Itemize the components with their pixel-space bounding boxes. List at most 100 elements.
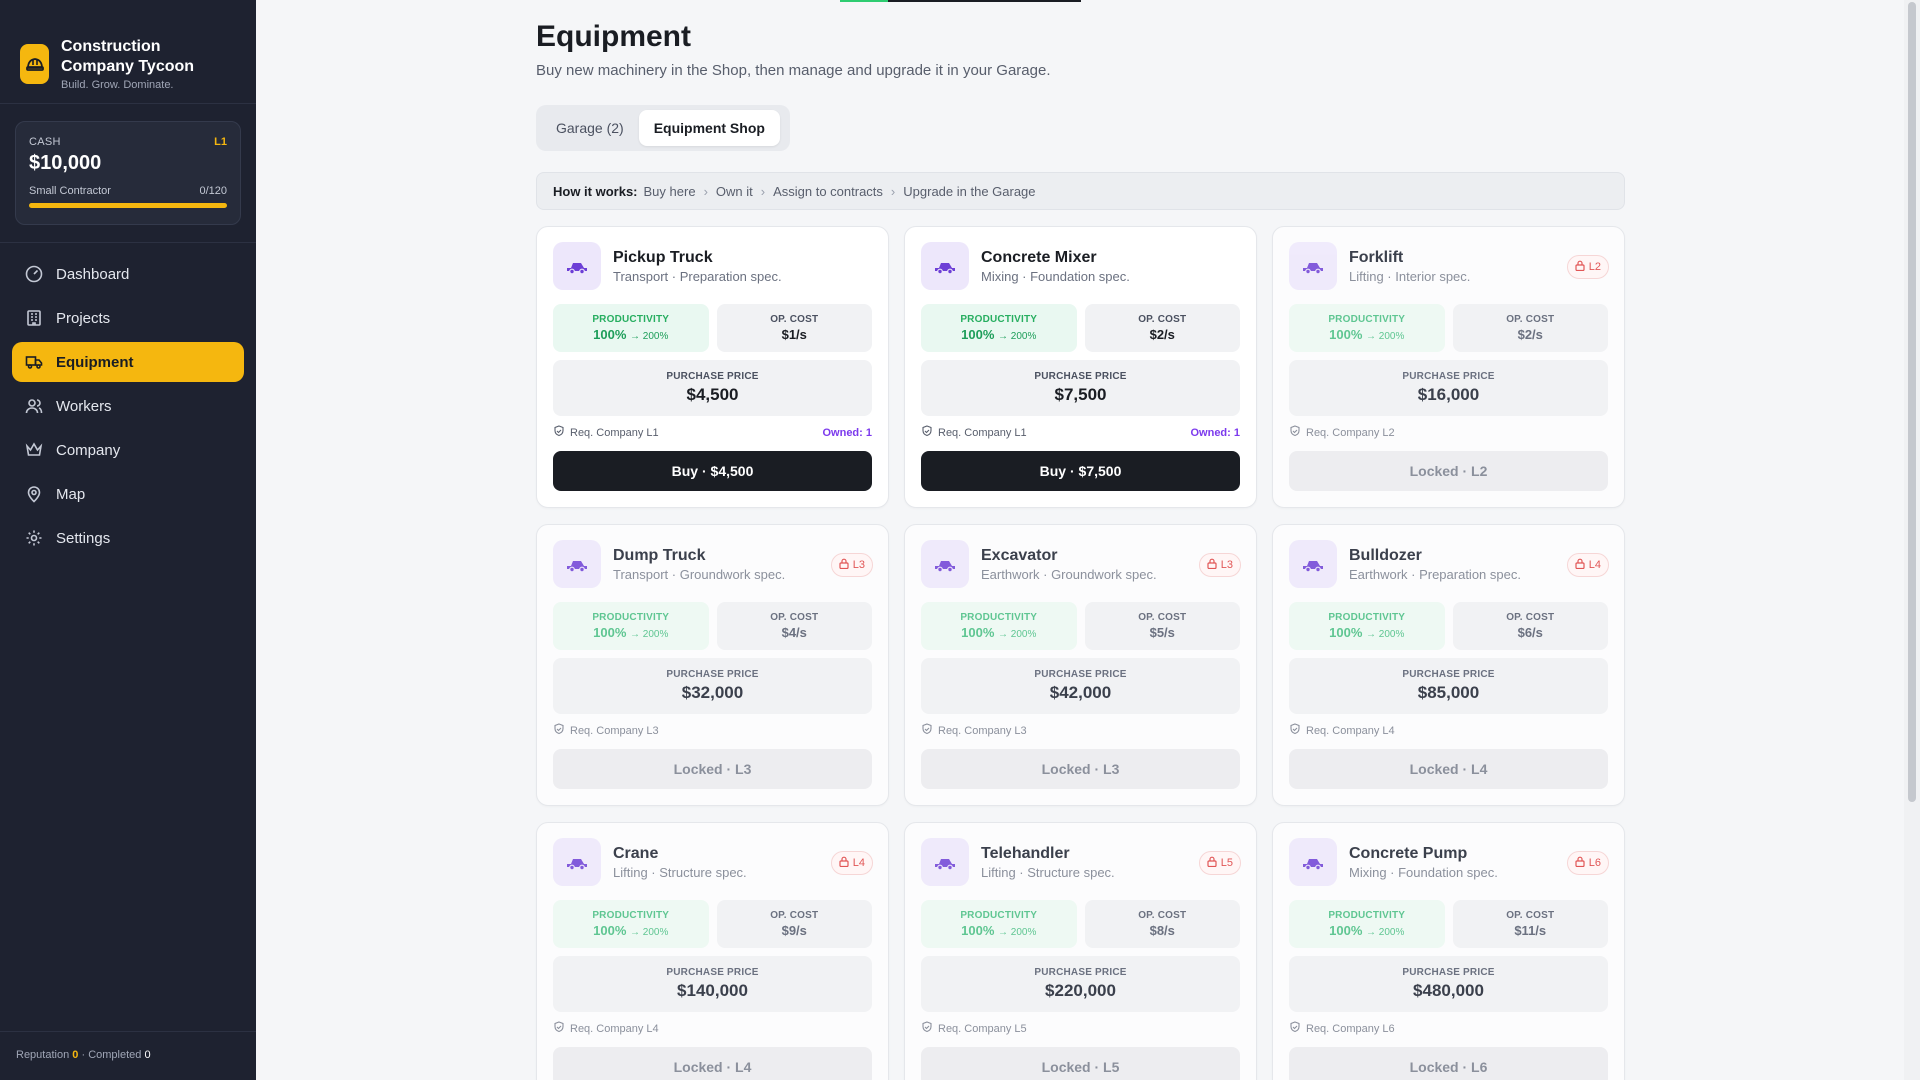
concrete-mixer-icon (921, 242, 969, 290)
op-cost-value: $11/s (1514, 923, 1547, 938)
productivity-max: → 200% (1366, 629, 1405, 640)
pickup-truck-icon (553, 242, 601, 290)
excavator-icon (921, 540, 969, 588)
nav-item-dashboard[interactable]: Dashboard (12, 254, 244, 294)
tab-equipment-shop[interactable]: Equipment Shop (638, 110, 780, 146)
productivity-max: → 200% (1366, 331, 1405, 342)
price-label: PURCHASE PRICE (666, 967, 759, 978)
lock-icon (1575, 558, 1589, 572)
how-step: Upgrade in the Garage (903, 183, 1036, 199)
price-label: PURCHASE PRICE (1402, 371, 1495, 382)
op-cost-stat: OP. COST $9/s (716, 900, 872, 948)
shield-check-icon (1289, 723, 1306, 738)
price-value: $220,000 (1045, 981, 1116, 1000)
op-cost-stat: OP. COST $11/s (1452, 900, 1608, 948)
op-cost-stat: OP. COST $1/s (716, 304, 872, 352)
nav-item-equipment[interactable]: Equipment (12, 342, 244, 382)
nav-label: Dashboard (56, 265, 130, 283)
brand-title: Construction Company Tycoon (61, 37, 195, 75)
equipment-name: Crane (613, 844, 659, 862)
xp-progress-bar (29, 203, 227, 208)
stat-label: OP. COST (1138, 314, 1187, 325)
equipment-name: Pickup Truck (613, 248, 713, 266)
lock-icon (839, 856, 853, 870)
requirement: Req. Company L4 (570, 1022, 659, 1035)
completed-value: 0 (144, 1049, 151, 1061)
equipment-name: Concrete Pump (1349, 844, 1468, 862)
nav-item-company[interactable]: Company (12, 430, 244, 470)
price-label: PURCHASE PRICE (666, 669, 759, 680)
shield-check-icon (1289, 425, 1306, 440)
how-it-works-label: How it works: (553, 183, 638, 199)
equipment-card: Excavator Earthwork · Groundwork spec. L3 P… (904, 524, 1257, 806)
map-pin-icon (24, 484, 44, 504)
productivity-value: 100% (961, 923, 995, 938)
forklift-icon (1289, 242, 1337, 290)
productivity-stat: PRODUCTIVITY 100% → 200% (553, 304, 709, 352)
requirement: Req. Company L4 (1306, 724, 1395, 737)
equipment-name: Telehandler (981, 844, 1070, 862)
nav-label: Workers (56, 397, 112, 415)
price-value: $32,000 (681, 683, 744, 702)
level-lock-badge: L3 (1198, 553, 1241, 577)
page-description: Buy new machinery in the Shop, then mana… (536, 62, 1051, 79)
equipment-spec: Earthwork · Groundwork spec. (981, 566, 1157, 582)
nav-item-workers[interactable]: Workers (12, 386, 244, 426)
op-cost-stat: OP. COST $2/s (1084, 304, 1240, 352)
sidebar-footer: Reputation 0 · Completed 0 (0, 1031, 256, 1080)
lock-level: L4 (852, 857, 865, 869)
reputation-label: Reputation (16, 1049, 70, 1061)
equipment-card: Pickup Truck Transport · Preparation spec… (536, 226, 889, 508)
productivity-max: → 200% (998, 331, 1037, 342)
stat-label: PRODUCTIVITY (960, 314, 1038, 325)
sidebar: Construction Company Tycoon Build. Grow.… (0, 0, 256, 1080)
stat-label: OP. COST (1138, 612, 1187, 623)
lock-icon (1207, 558, 1221, 572)
shield-check-icon (921, 425, 938, 440)
productivity-stat: PRODUCTIVITY 100% → 200% (1289, 900, 1445, 948)
xp-progress: 0/120 (199, 185, 227, 197)
stat-label: OP. COST (1506, 612, 1555, 623)
lock-icon (1575, 260, 1589, 274)
company-tier: Small Contractor (29, 185, 111, 197)
page-title: Equipment (536, 20, 691, 53)
equipment-card: Bulldozer Earthwork · Preparation spec. L4… (1272, 524, 1625, 806)
purchase-price: PURCHASE PRICE $32,000 (553, 658, 872, 714)
op-cost-stat: OP. COST $2/s (1452, 304, 1608, 352)
stat-label: OP. COST (1138, 910, 1187, 921)
equipment-spec: Earthwork · Preparation spec. (1349, 566, 1521, 582)
company-level: L1 (214, 136, 227, 148)
productivity-stat: PRODUCTIVITY 100% → 200% (553, 900, 709, 948)
nav-item-map[interactable]: Map (12, 474, 244, 514)
productivity-value: 100% (1329, 625, 1363, 640)
tab-garage[interactable]: Garage (2) (541, 110, 639, 146)
op-cost-value: $9/s (781, 923, 807, 938)
nav-item-projects[interactable]: Projects (12, 298, 244, 338)
reputation-value: 0 (72, 1049, 79, 1061)
level-lock-badge: L4 (830, 851, 873, 875)
scrollbar[interactable] (1904, 0, 1920, 1080)
purchase-price: PURCHASE PRICE $480,000 (1289, 956, 1608, 1012)
lock-level: L5 (1220, 857, 1233, 869)
bulldozer-icon (1289, 540, 1337, 588)
equipment-spec: Lifting · Interior spec. (1349, 268, 1471, 284)
buy-button[interactable]: Buy · $7,500 (921, 451, 1240, 491)
equipment-name: Bulldozer (1349, 546, 1422, 564)
productivity-max: → 200% (630, 927, 669, 938)
how-step: Own it (715, 183, 753, 199)
shield-check-icon (921, 723, 938, 738)
nav-item-settings[interactable]: Settings (12, 518, 244, 558)
users-icon (24, 396, 44, 416)
locked-button: Locked · L3 (553, 749, 872, 789)
op-cost-value: $2/s (1149, 327, 1175, 342)
price-value: $7,500 (1054, 385, 1107, 404)
op-cost-value: $1/s (781, 327, 807, 342)
buy-button[interactable]: Buy · $4,500 (553, 451, 872, 491)
chevron-right-icon: › (703, 183, 708, 199)
lock-icon (839, 558, 853, 572)
nav-label: Company (56, 441, 121, 459)
nav-label: Projects (56, 309, 111, 327)
productivity-stat: PRODUCTIVITY 100% → 200% (1289, 304, 1445, 352)
lock-icon (1207, 856, 1221, 870)
scrollbar-thumb[interactable] (1908, 2, 1916, 802)
